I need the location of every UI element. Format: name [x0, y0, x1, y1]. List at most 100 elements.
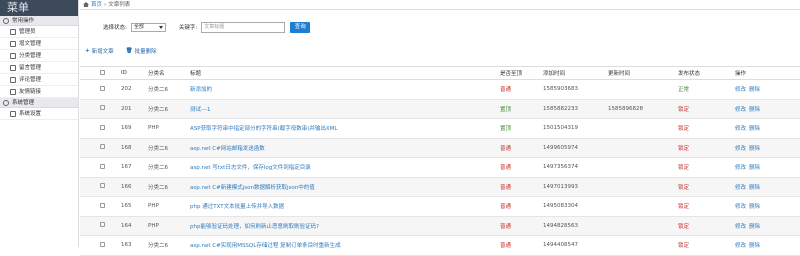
- cell-category: PHP: [148, 196, 190, 217]
- row-checkbox[interactable]: [100, 144, 105, 150]
- edit-link[interactable]: 修改: [735, 185, 746, 191]
- cell-ops: 修改 删除: [735, 216, 800, 236]
- cell-ops: 修改 删除: [735, 99, 800, 119]
- sidebar-item-links[interactable]: 友情链接: [0, 86, 78, 98]
- cell-added: 1497356374: [543, 157, 608, 178]
- sidebar-section-common[interactable]: 常用操作: [0, 16, 78, 26]
- sidebar-item-comments[interactable]: 评论管理: [0, 74, 78, 86]
- table-row: 167 分类二6 asp.net 写txt日志文件，保存log文件到指定目录 普通 14…: [80, 157, 800, 178]
- cell-updated: [608, 216, 678, 236]
- search-button[interactable]: 查询: [290, 21, 311, 33]
- delete-link[interactable]: 删除: [749, 146, 760, 152]
- cell-updated: [608, 177, 678, 197]
- article-table: ID 分类名 标题 是否至顶 添加时间 更新时间 发布状态 操作 202 分类二6…: [80, 66, 800, 256]
- sidebar-item-label: 评论管理: [19, 76, 42, 83]
- edit-link[interactable]: 修改: [735, 243, 746, 249]
- delete-link[interactable]: 删除: [749, 87, 760, 93]
- trash-icon: 🗑: [125, 48, 133, 54]
- cell-title[interactable]: asp.net 写txt日志文件，保存log文件到指定目录: [190, 157, 500, 178]
- sidebar-section-system[interactable]: 系统管理: [0, 98, 78, 108]
- delete-link[interactable]: 删除: [749, 107, 760, 113]
- delete-link[interactable]: 删除: [749, 224, 760, 230]
- comment-icon: [10, 64, 16, 71]
- edit-link[interactable]: 修改: [735, 87, 746, 93]
- cell-top: 置顶: [500, 118, 543, 139]
- sidebar-item-settings[interactable]: 系统设置: [0, 108, 78, 120]
- table-header: ID 分类名 标题 是否至顶 添加时间 更新时间 发布状态 操作: [80, 66, 800, 80]
- delete-link[interactable]: 删除: [749, 243, 760, 249]
- row-checkbox[interactable]: [100, 241, 105, 247]
- edit-link[interactable]: 修改: [735, 224, 746, 230]
- cell-title[interactable]: ASP获取字符串中指定部分的字符串(截字母数串)并输出XML: [190, 118, 500, 139]
- row-checkbox[interactable]: [100, 85, 105, 91]
- row-checkbox[interactable]: [100, 105, 105, 111]
- status-select[interactable]: 全部: [130, 22, 166, 32]
- table-row: 168 分类二6 asp.net C#网站邮箱发送函数 普通 1499605974 锁定修…: [80, 138, 800, 158]
- cell-title[interactable]: asp.net C#新建模式json数据解析获取json中的值: [190, 177, 500, 197]
- sidebar-item-label: 增文管理: [19, 40, 42, 47]
- cell-top: 普通: [500, 177, 543, 197]
- settings-icon: [10, 110, 16, 117]
- edit-link[interactable]: 修改: [735, 204, 746, 210]
- edit-link[interactable]: 修改: [735, 165, 746, 171]
- keyword-input[interactable]: 文章标题: [201, 21, 286, 33]
- sidebar-section-label: 常用操作: [12, 17, 35, 24]
- edit-link[interactable]: 修改: [735, 107, 746, 113]
- cell-title[interactable]: asp.net C#网站邮箱发送函数: [190, 138, 500, 158]
- cell-title[interactable]: 新添加的: [190, 79, 500, 100]
- cell-ops: 修改 删除: [735, 79, 800, 100]
- row-checkbox[interactable]: [100, 183, 105, 189]
- row-checkbox[interactable]: [100, 163, 105, 169]
- cell-title[interactable]: 测试---1: [190, 99, 500, 119]
- delete-link[interactable]: 删除: [749, 165, 760, 171]
- cell-title[interactable]: php 通过TXT文本批量上传并导入数据: [190, 196, 500, 217]
- col-ops: 操作: [735, 66, 800, 80]
- plus-icon: +: [85, 48, 90, 54]
- cell-title[interactable]: php能够验证码处理，如何刷新止恶意刷取刷验证码?: [190, 216, 500, 236]
- batch-delete-button[interactable]: 🗑 批量删除: [126, 47, 157, 55]
- cell-id: 167: [121, 157, 148, 178]
- add-article-button[interactable]: + 新增文章: [85, 47, 114, 55]
- col-added: 添加时间: [543, 66, 608, 80]
- main-content: 首页 › 文章列表 选择状态: 全部 关键字: 文章标题 查询 + 新增文章 🗑 批…: [80, 0, 800, 256]
- breadcrumb-home[interactable]: 首页: [91, 0, 102, 10]
- cell-updated: [608, 118, 678, 139]
- delete-link[interactable]: 删除: [749, 126, 760, 132]
- delete-link[interactable]: 删除: [749, 204, 760, 210]
- cell-status: 锁定: [678, 99, 735, 119]
- delete-link[interactable]: 删除: [749, 185, 760, 191]
- row-checkbox[interactable]: [100, 222, 105, 228]
- search-bar: 选择状态: 全部 关键字: 文章标题 查询: [80, 20, 800, 34]
- cell-status: 锁定: [678, 196, 735, 217]
- sidebar-item-categories[interactable]: 分类管理: [0, 50, 78, 62]
- select-all-checkbox[interactable]: [100, 69, 105, 75]
- cell-updated: [608, 235, 678, 256]
- row-checkbox[interactable]: [100, 124, 105, 130]
- cell-category: 分类二6: [148, 138, 190, 158]
- sidebar-item-label: 友情链接: [19, 88, 42, 95]
- cell-status: 锁定: [678, 157, 735, 178]
- cell-category: 分类二6: [148, 99, 190, 119]
- home-icon: [83, 2, 89, 7]
- cell-status: 锁定: [678, 138, 735, 158]
- cell-updated: [608, 157, 678, 178]
- cell-added: 1499605974: [543, 138, 608, 158]
- edit-link[interactable]: 修改: [735, 146, 746, 152]
- cell-updated: 1585896828: [608, 99, 678, 119]
- sidebar-item-articles[interactable]: 增文管理: [0, 38, 78, 50]
- row-checkbox[interactable]: [100, 202, 105, 208]
- toolbar: + 新增文章 🗑 批量删除: [85, 47, 169, 55]
- cell-top: 普通: [500, 157, 543, 178]
- edit-link[interactable]: 修改: [735, 126, 746, 132]
- list-icon: [10, 52, 16, 59]
- table-row: 169 PHP ASP获取字符串中指定部分的字符串(截字母数串)并输出XML 置顶 15…: [80, 118, 800, 139]
- sidebar-item-admin[interactable]: 管理员: [0, 26, 78, 38]
- cell-title[interactable]: asp.net C#实现用MSSQL存储过程 复制订单条目时重新生成: [190, 235, 500, 256]
- cell-id: 201: [121, 99, 148, 119]
- status-label: 选择状态:: [103, 25, 127, 31]
- cell-ops: 修改 删除: [735, 177, 800, 197]
- cell-updated: [608, 79, 678, 100]
- sidebar-item-messages[interactable]: 留言管理: [0, 62, 78, 74]
- link-icon: [10, 88, 16, 95]
- cell-top: 普通: [500, 196, 543, 217]
